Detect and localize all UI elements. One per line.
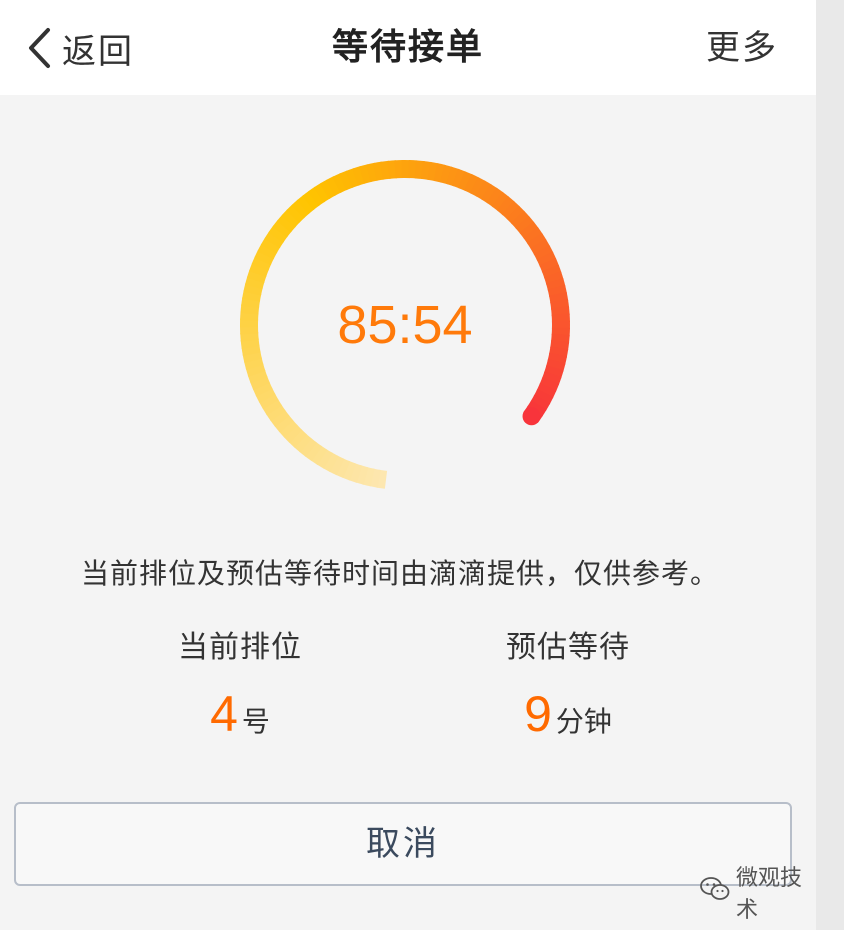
more-button[interactable]: 更多 — [706, 22, 778, 74]
estimated-wait-value-row: 9 分钟 — [438, 684, 698, 744]
estimated-wait: 预估等待 9 分钟 — [438, 626, 698, 744]
countdown-ring: 85:54 — [238, 158, 572, 492]
content-area: 返回 等待接单 更多 85:54 当前排位及预估等待时间由滴滴提供，仅供参考。 … — [0, 0, 816, 930]
queue-position: 当前排位 4 号 — [110, 626, 370, 744]
watermark: 微观技术 — [700, 866, 816, 923]
countdown-timer: 85:54 — [337, 295, 473, 355]
side-strip — [816, 0, 844, 930]
back-button[interactable]: 返回 — [26, 22, 134, 74]
disclaimer-text: 当前排位及预估等待时间由滴滴提供，仅供参考。 — [80, 557, 719, 590]
queue-position-label: 当前排位 — [178, 630, 302, 665]
chevron-left-icon — [26, 27, 52, 69]
wechat-icon — [700, 876, 736, 908]
cancel-button[interactable]: 取消 — [14, 802, 792, 886]
estimated-wait-label: 预估等待 — [506, 630, 630, 665]
app-screen: 返回 等待接单 更多 85:54 当前排位及预估等待时间由滴滴提供，仅供参考。 … — [0, 0, 844, 930]
back-label: 返回 — [62, 31, 134, 72]
estimated-wait-unit: 分钟 — [555, 705, 612, 738]
queue-position-number: 4 — [210, 686, 238, 742]
queue-position-unit: 号 — [241, 705, 270, 738]
navigation-bar: 返回 等待接单 更多 — [0, 0, 816, 95]
estimated-wait-number: 9 — [524, 686, 552, 742]
queue-position-value-row: 4 号 — [110, 684, 370, 744]
watermark-text: 微观技术 — [736, 866, 803, 923]
